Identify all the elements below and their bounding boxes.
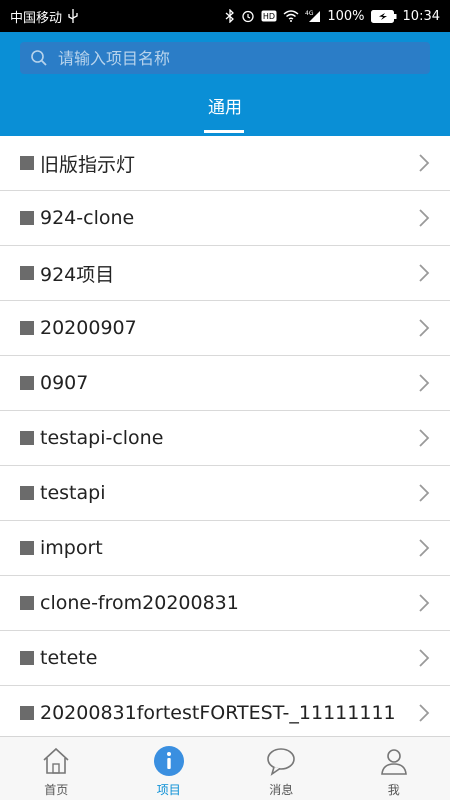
bullet-icon	[20, 541, 34, 555]
nav-messages-label: 消息	[269, 783, 294, 797]
item-label: import	[40, 537, 103, 559]
hd-icon: HD	[261, 10, 277, 22]
bullet-icon	[20, 376, 34, 390]
chevron-right-icon	[418, 153, 430, 173]
item-label: testapi-clone	[40, 427, 164, 449]
list-item[interactable]: 924项目	[0, 246, 450, 301]
project-list[interactable]: 旧版指示灯 924-clone 924项目 20200907 0907 test…	[0, 136, 450, 736]
item-label: 20200831fortestFORTEST-_11111111	[40, 702, 396, 724]
wifi-icon	[283, 10, 299, 22]
search-box[interactable]	[20, 42, 430, 74]
nav-home-label: 首页	[44, 783, 69, 797]
bluetooth-icon	[225, 9, 235, 23]
bottom-nav: 首页 项目 消息 我	[0, 736, 450, 800]
tab-general[interactable]: 通用	[200, 88, 250, 132]
alarm-icon	[241, 9, 255, 23]
bullet-icon	[20, 266, 34, 280]
chevron-right-icon	[418, 593, 430, 613]
status-right: HD 4G 100% 10:34	[225, 9, 440, 24]
svg-text:HD: HD	[263, 12, 275, 21]
info-icon	[153, 745, 185, 777]
user-icon	[378, 745, 410, 777]
chevron-right-icon	[418, 648, 430, 668]
bullet-icon	[20, 211, 34, 225]
list-item[interactable]: import	[0, 521, 450, 576]
clock: 10:34	[402, 8, 440, 24]
nav-projects[interactable]: 项目	[113, 737, 226, 800]
battery-percent: 100%	[327, 8, 365, 24]
item-label: tetete	[40, 647, 98, 669]
usb-icon	[68, 9, 78, 23]
bullet-icon	[20, 321, 34, 335]
chevron-right-icon	[418, 373, 430, 393]
chevron-right-icon	[418, 208, 430, 228]
nav-home[interactable]: 首页	[0, 737, 113, 800]
item-label: 旧版指示灯	[40, 153, 136, 176]
chevron-right-icon	[418, 483, 430, 503]
chat-bubble-icon	[265, 745, 297, 777]
battery-icon	[370, 9, 397, 23]
bullet-icon	[20, 706, 34, 720]
list-item[interactable]: testapi-clone	[0, 411, 450, 466]
list-item[interactable]: 旧版指示灯	[0, 136, 450, 191]
item-label: 20200907	[40, 317, 137, 339]
bullet-icon	[20, 156, 34, 170]
nav-projects-label: 项目	[156, 783, 181, 797]
bullet-icon	[20, 596, 34, 610]
home-icon	[40, 745, 72, 777]
list-item[interactable]: clone-from20200831	[0, 576, 450, 631]
item-label: 924项目	[40, 263, 115, 286]
list-item[interactable]: 0907	[0, 356, 450, 411]
bullet-icon	[20, 486, 34, 500]
item-label: 0907	[40, 372, 89, 394]
nav-messages[interactable]: 消息	[225, 737, 338, 800]
chevron-right-icon	[418, 428, 430, 448]
tab-indicator	[204, 130, 244, 133]
svg-text:4G: 4G	[305, 10, 314, 17]
status-bar: 中国移动 HD 4G 100% 10:34	[0, 0, 450, 32]
nav-me[interactable]: 我	[338, 737, 450, 800]
list-item[interactable]: 20200907	[0, 301, 450, 356]
item-label: clone-from20200831	[40, 592, 239, 614]
app-screen: 中国移动 HD 4G 100% 10:34 请输入项目名称 通用 旧版指示灯 9…	[0, 0, 450, 800]
carrier-name: 中国移动	[10, 10, 63, 26]
search-icon	[30, 49, 48, 67]
signal-4g-icon: 4G	[305, 9, 321, 23]
header: 通用	[0, 32, 450, 136]
status-left: 中国移动	[10, 7, 78, 26]
nav-me-label: 我	[387, 783, 400, 797]
list-item[interactable]: tetete	[0, 631, 450, 686]
list-item[interactable]: testapi	[0, 466, 450, 521]
item-label: 924-clone	[40, 207, 135, 229]
list-item[interactable]: 924-clone	[0, 191, 450, 246]
bullet-icon	[20, 431, 34, 445]
chevron-right-icon	[418, 263, 430, 283]
bullet-icon	[20, 651, 34, 665]
search-input[interactable]	[56, 42, 430, 74]
chevron-right-icon	[418, 318, 430, 338]
item-label: testapi	[40, 482, 106, 504]
chevron-right-icon	[418, 703, 430, 723]
chevron-right-icon	[418, 538, 430, 558]
list-item[interactable]: 20200831fortestFORTEST-_11111111	[0, 686, 450, 736]
